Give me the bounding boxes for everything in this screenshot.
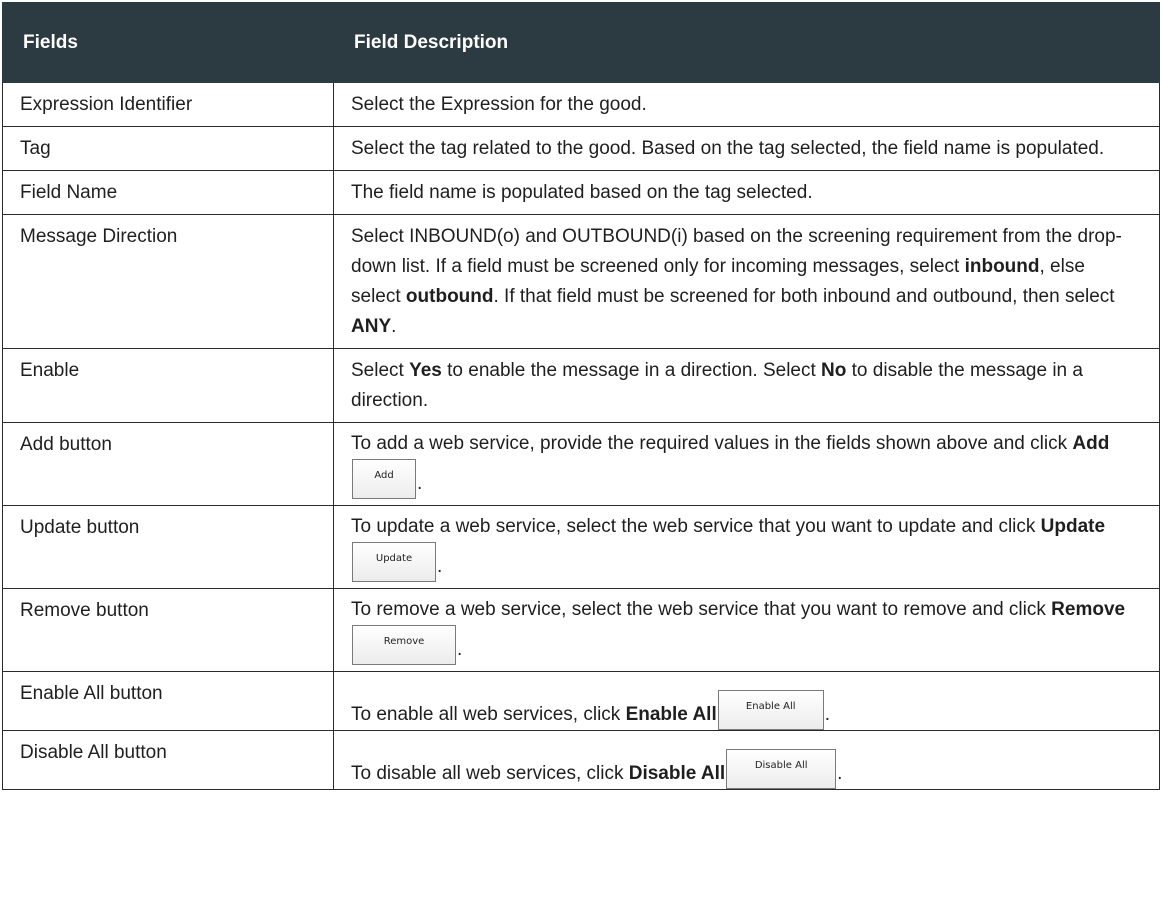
- table-row: Add button To add a web service, provide…: [2, 422, 1160, 506]
- desc-text: Select: [351, 360, 410, 381]
- header-field-description: Field Description: [333, 2, 1160, 83]
- desc-emphasis: outbound: [405, 286, 494, 307]
- desc-text: To enable all web services, click: [351, 704, 626, 725]
- desc-emphasis: Update: [1040, 516, 1106, 537]
- table-row: Enable All button To enable all web serv…: [2, 671, 1160, 731]
- desc-emphasis: Disable All: [628, 763, 726, 784]
- desc-text: .: [837, 763, 843, 784]
- field-description-cell: To remove a web service, select the web …: [333, 588, 1160, 672]
- field-name-cell: Expression Identifier: [2, 82, 334, 127]
- desc-emphasis: ANY: [351, 316, 392, 337]
- desc-emphasis: Yes: [409, 360, 442, 381]
- field-description-cell: To update a web service, select the web …: [333, 505, 1160, 589]
- field-name-cell: Add button: [2, 422, 334, 506]
- remove-button-image: Remove: [352, 625, 456, 665]
- table-header-row: Fields Field Description: [2, 2, 1160, 83]
- desc-text: To remove a web service, select the web …: [351, 599, 1052, 620]
- field-name-cell: Disable All button: [2, 730, 334, 790]
- table-row: Field Name The field name is populated b…: [2, 170, 1160, 215]
- desc-text: .: [824, 704, 831, 725]
- field-name-cell: Field Name: [2, 170, 334, 215]
- desc-emphasis: inbound: [964, 256, 1040, 277]
- desc-emphasis: No: [821, 360, 847, 381]
- desc-emphasis: Add: [1072, 433, 1110, 454]
- field-name-cell: Remove button: [2, 588, 334, 672]
- field-name-cell: Update button: [2, 505, 334, 589]
- field-description-cell: Select the tag related to the good. Base…: [333, 126, 1160, 171]
- enable-all-button-image: Enable All: [717, 690, 824, 730]
- field-name-cell: Enable All button: [2, 671, 334, 731]
- desc-text: .: [437, 556, 443, 577]
- field-description-cell: To add a web service, provide the requir…: [333, 422, 1160, 506]
- table-row: Update button To update a web service, s…: [2, 505, 1160, 589]
- add-button-image: Add: [352, 459, 416, 499]
- field-description-cell: Select Yes to enable the message in a di…: [333, 348, 1160, 423]
- desc-text: .: [457, 639, 463, 660]
- field-description-cell: The field name is populated based on the…: [333, 170, 1160, 215]
- desc-text: .: [417, 473, 423, 494]
- desc-text: .: [391, 316, 397, 337]
- table-row: Message Direction Select INBOUND(o) and …: [2, 214, 1160, 349]
- desc-emphasis: Remove: [1051, 599, 1126, 620]
- field-description-cell: Select the Expression for the good.: [333, 82, 1160, 127]
- desc-text: To disable all web services, click: [351, 763, 629, 784]
- field-description-cell: Select INBOUND(o) and OUTBOUND(i) based …: [333, 214, 1160, 349]
- table-row: Disable All button To disable all web se…: [2, 730, 1160, 790]
- field-name-cell: Enable: [2, 348, 334, 423]
- desc-text: to enable the message in a direction. Se…: [441, 360, 822, 381]
- field-description-cell: To disable all web services, click Disab…: [333, 730, 1160, 790]
- update-button-image: Update: [352, 542, 436, 582]
- field-description-cell: To enable all web services, click Enable…: [333, 671, 1160, 731]
- field-name-cell: Message Direction: [2, 214, 334, 349]
- field-description-table: Fields Field Description Expression Iden…: [2, 2, 1160, 790]
- table-row: Expression Identifier Select the Express…: [2, 82, 1160, 127]
- field-name-cell: Tag: [2, 126, 334, 171]
- table-row: Tag Select the tag related to the good. …: [2, 126, 1160, 171]
- desc-text: . If that field must be screened for bot…: [493, 286, 1115, 307]
- desc-text: To update a web service, select the web …: [351, 516, 1041, 537]
- disable-all-button-image: Disable All: [726, 749, 837, 789]
- table-row: Enable Select Yes to enable the message …: [2, 348, 1160, 423]
- desc-emphasis: Enable All: [625, 704, 717, 725]
- desc-text: To add a web service, provide the requir…: [351, 433, 1073, 454]
- header-fields: Fields: [2, 2, 334, 83]
- table-row: Remove button To remove a web service, s…: [2, 588, 1160, 672]
